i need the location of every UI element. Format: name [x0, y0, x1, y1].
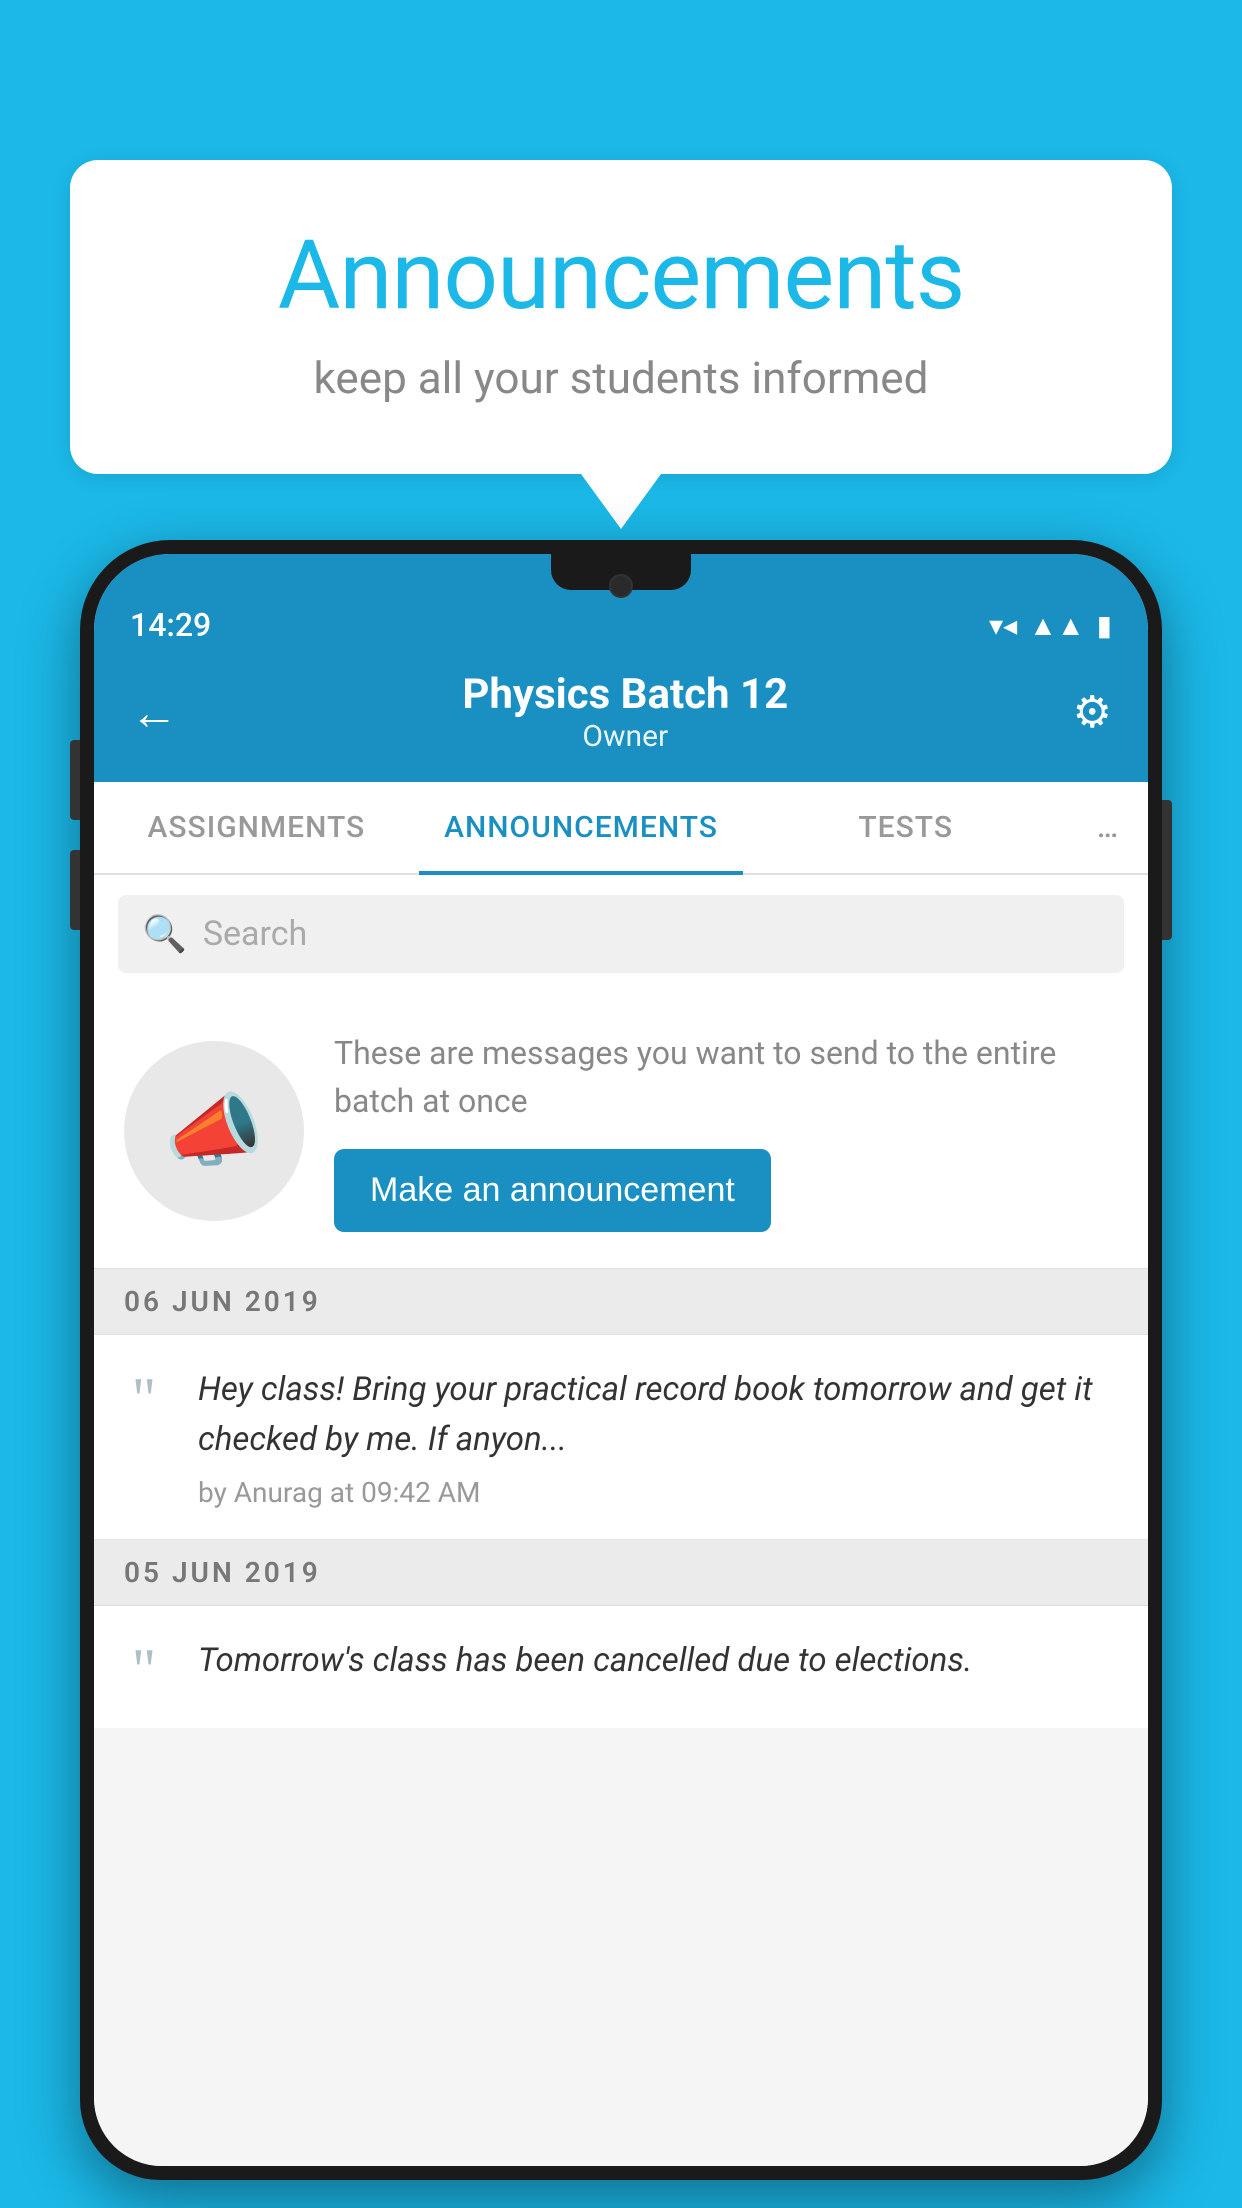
message-item-2[interactable]: " Tomorrow's class has been cancelled du…	[94, 1606, 1148, 1728]
content-area: 🔍 Search 📣 These are messages you want t…	[94, 875, 1148, 2166]
tab-more[interactable]: …	[1068, 782, 1148, 873]
search-bar[interactable]: 🔍 Search	[118, 895, 1124, 973]
message-text-2: Tomorrow's class has been cancelled due …	[198, 1636, 1118, 1686]
tab-assignments[interactable]: ASSIGNMENTS	[94, 782, 419, 873]
message-content-1: Hey class! Bring your practical record b…	[198, 1365, 1118, 1509]
battery-icon: ▮	[1097, 609, 1112, 642]
date-separator-1: 06 JUN 2019	[94, 1269, 1148, 1335]
tab-tests[interactable]: TESTS	[743, 782, 1068, 873]
tab-announcements[interactable]: ANNOUNCEMENTS	[419, 782, 744, 873]
phone-outer: 14:29 ▾◂ ▲▲ ▮ ← Physics Batch 12 Owner ⚙	[80, 540, 1162, 2180]
header-subtitle: Owner	[462, 719, 788, 754]
message-item-1[interactable]: " Hey class! Bring your practical record…	[94, 1335, 1148, 1540]
message-text-1: Hey class! Bring your practical record b…	[198, 1365, 1118, 1464]
make-announcement-button[interactable]: Make an announcement	[334, 1149, 771, 1232]
phone-screen: 14:29 ▾◂ ▲▲ ▮ ← Physics Batch 12 Owner ⚙	[94, 554, 1148, 2166]
speech-bubble-section: Announcements keep all your students inf…	[70, 160, 1172, 529]
settings-button[interactable]: ⚙	[1073, 686, 1112, 738]
bubble-subtitle: keep all your students informed	[150, 352, 1092, 404]
back-button[interactable]: ←	[130, 684, 178, 741]
speech-bubble-tail	[581, 474, 661, 529]
announcement-right: These are messages you want to send to t…	[334, 1029, 1118, 1232]
phone-mockup: 14:29 ▾◂ ▲▲ ▮ ← Physics Batch 12 Owner ⚙	[80, 540, 1162, 2208]
search-icon: 🔍	[142, 913, 187, 955]
message-content-2: Tomorrow's class has been cancelled due …	[198, 1636, 1118, 1698]
quote-icon-2: "	[114, 1646, 174, 1694]
phone-notch	[551, 554, 691, 590]
header-title-group: Physics Batch 12 Owner	[462, 670, 788, 754]
power-button[interactable]	[1162, 800, 1172, 940]
message-meta-1: by Anurag at 09:42 AM	[198, 1476, 1118, 1509]
search-placeholder: Search	[203, 914, 307, 954]
tabs-bar: ASSIGNMENTS ANNOUNCEMENTS TESTS …	[94, 782, 1148, 875]
volume-down-button[interactable]	[70, 850, 80, 930]
status-icons: ▾◂ ▲▲ ▮	[989, 609, 1112, 642]
date-separator-2: 05 JUN 2019	[94, 1540, 1148, 1606]
quote-icon-1: "	[114, 1375, 174, 1423]
announcement-icon-circle: 📣	[124, 1041, 304, 1221]
megaphone-icon: 📣	[164, 1084, 264, 1178]
signal-icon: ▲▲	[1029, 609, 1084, 642]
status-time: 14:29	[130, 606, 211, 644]
bubble-title: Announcements	[150, 220, 1092, 332]
announcement-prompt: 📣 These are messages you want to send to…	[94, 993, 1148, 1269]
volume-up-button[interactable]	[70, 740, 80, 820]
header-title: Physics Batch 12	[462, 670, 788, 719]
front-camera	[609, 574, 633, 598]
announcement-description: These are messages you want to send to t…	[334, 1029, 1118, 1125]
app-header: ← Physics Batch 12 Owner ⚙	[94, 654, 1148, 782]
speech-bubble-card: Announcements keep all your students inf…	[70, 160, 1172, 474]
wifi-icon: ▾◂	[989, 609, 1017, 642]
search-bar-wrapper: 🔍 Search	[94, 875, 1148, 993]
